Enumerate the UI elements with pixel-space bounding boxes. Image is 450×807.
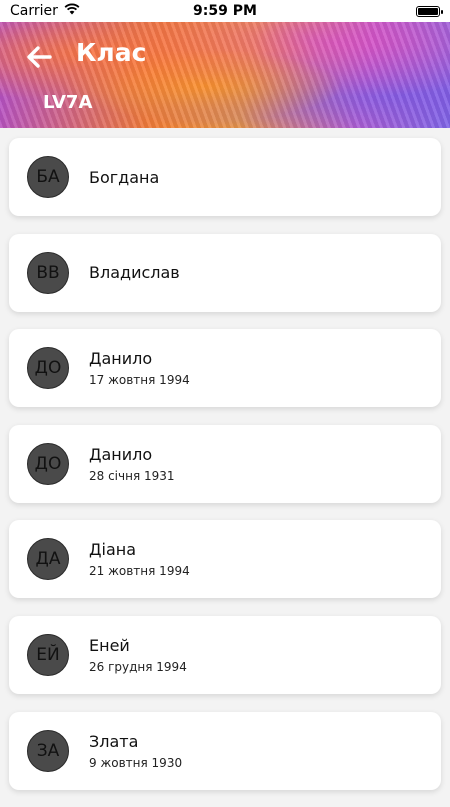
student-name: Діана [89, 540, 137, 560]
class-code: LV7A [43, 92, 93, 113]
student-card[interactable]: ДО Данило 17 жовтня 1994 [9, 329, 441, 408]
student-info: Данило 17 жовтня 1994 [89, 349, 190, 387]
app-header: Клас LV7A [0, 22, 450, 128]
student-info: Злата 9 жовтня 1930 [89, 732, 182, 770]
student-card[interactable]: ЕЙ Еней 26 грудня 1994 [9, 615, 441, 694]
student-name: Еней [89, 635, 130, 655]
student-card[interactable]: БА Богдана [9, 138, 441, 216]
student-name: Владислав [89, 263, 180, 283]
student-card[interactable]: ВВ Владислав [9, 233, 441, 312]
page-title: Клас [76, 38, 147, 67]
battery-icon [416, 5, 443, 17]
carrier-label: Carrier [10, 3, 58, 19]
student-birthdate: 26 грудня 1994 [89, 659, 187, 674]
student-card[interactable]: ДО Данило 28 січня 1931 [9, 424, 441, 503]
student-info: Еней 26 грудня 1994 [89, 636, 187, 674]
student-name: Злата [89, 731, 139, 751]
student-birthdate: 28 січня 1931 [89, 468, 175, 483]
avatar: ДА [27, 538, 69, 581]
student-name: Богдана [89, 167, 160, 187]
student-card[interactable]: ДА Діана 21 жовтня 1994 [9, 520, 441, 599]
student-name: Данило [89, 349, 153, 369]
avatar: ДО [27, 347, 69, 390]
student-info: Діана 21 жовтня 1994 [89, 540, 190, 578]
status-left: Carrier [10, 3, 80, 19]
student-birthdate: 17 жовтня 1994 [89, 373, 190, 388]
wifi-icon [64, 3, 80, 19]
status-bar: Carrier 9:59 PM [0, 0, 450, 22]
student-birthdate: 21 жовтня 1994 [89, 564, 190, 579]
student-card[interactable]: ЗА Злата 9 жовтня 1930 [9, 711, 441, 790]
student-birthdate: 9 жовтня 1930 [89, 755, 183, 770]
avatar: ЗА [27, 729, 69, 772]
back-button[interactable] [22, 42, 56, 76]
students-list: БА Богдана ВВ Владислав ДО Данило 17 жов… [9, 138, 441, 807]
avatar: БА [27, 156, 69, 198]
arrow-left-icon [26, 45, 52, 73]
avatar: ВВ [27, 251, 69, 294]
student-name: Данило [89, 444, 153, 464]
student-info: Данило 28 січня 1931 [89, 445, 175, 483]
avatar: ДО [27, 442, 69, 485]
student-info: Владислав [89, 263, 180, 282]
avatar: ЕЙ [27, 633, 69, 676]
student-info: Богдана [89, 168, 159, 187]
